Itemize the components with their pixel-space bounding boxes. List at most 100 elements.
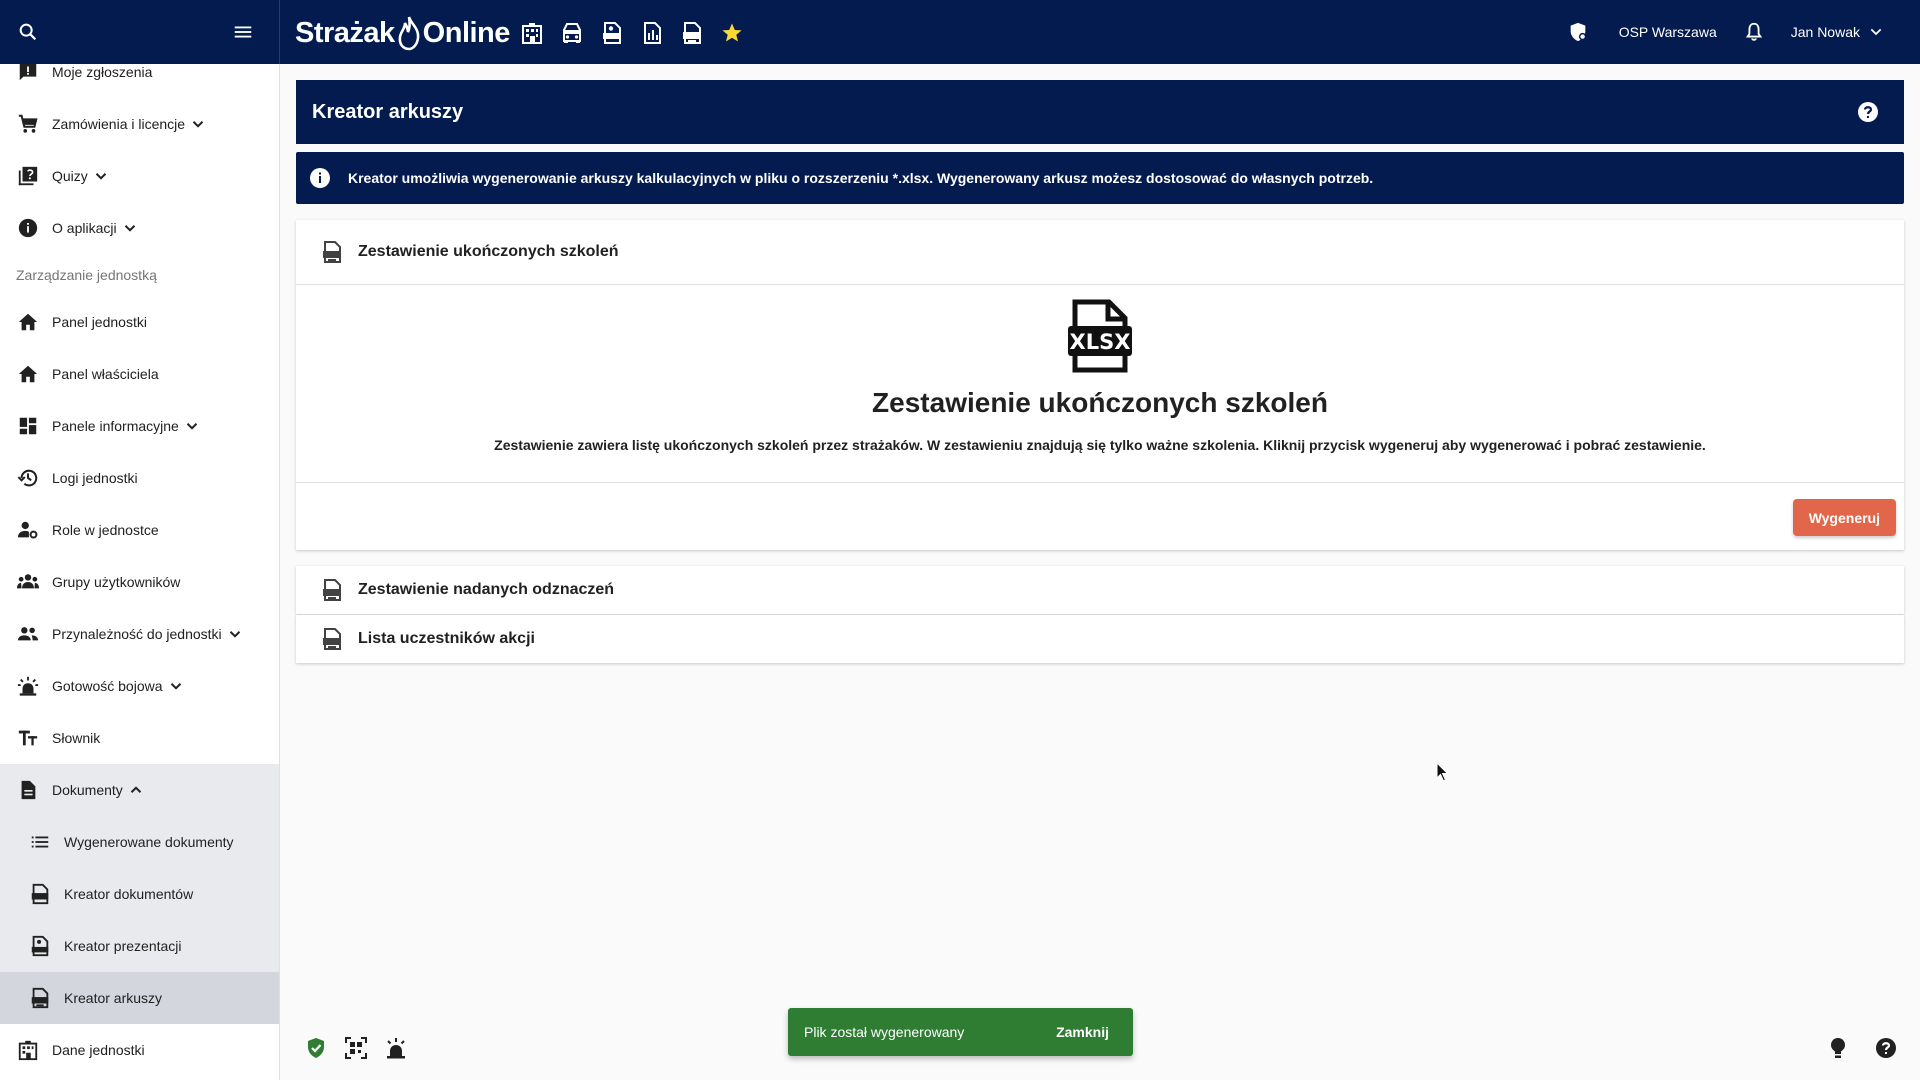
sidebar-item-label: Kreator prezentacji [64,938,182,954]
dashboard-icon [16,414,40,438]
card-title: Zestawienie nadanych odznaczeń [358,581,615,598]
text-fields-icon [16,726,40,750]
sidebar-item-gotowosc-bojowa[interactable]: Gotowość bojowa [0,660,279,712]
card-header[interactable]: Zestawienie nadanych odznaczeń [296,566,1904,614]
top-right-actions: OSP Warszawa Jan Nowak [1567,0,1884,64]
card-title: Zestawienie ukończonych szkoleń [358,243,619,260]
sidebar-item-kreator-dokumentow[interactable]: Kreator dokumentów [0,868,279,920]
sidebar-item-label: Gotowość bojowa [52,678,163,694]
info-icon [16,216,40,240]
chevron-down-icon [229,631,240,638]
help-icon[interactable] [1856,100,1880,124]
sidebar-item-label: Przynależność do jednostki [52,626,222,642]
sidebar-item-label: Quizy [52,168,88,184]
lightbulb-icon[interactable] [1826,1036,1850,1060]
sidebar-item-dokumenty[interactable]: Dokumenty [0,764,279,816]
info-icon [310,168,330,188]
brand-logo[interactable]: Strażak Online [295,15,510,51]
sidebar-item-przynaleznosc[interactable]: Przynależność do jednostki [0,608,279,660]
generate-button[interactable]: Wygeneruj [1792,499,1896,536]
sidebar-item-label: Zamówienia i licencje [52,116,186,132]
big-icon-label: XLSX [1070,330,1131,354]
sidebar-item-panele-informacyjne[interactable]: Panele informacyjne [0,400,279,452]
pptx-file-icon [28,934,52,958]
sidebar-item-dane-jednostki[interactable]: Dane jednostki [0,1024,279,1076]
sidebar-item-wygenerowane-dokumenty[interactable]: Wygenerowane dokumenty [0,816,279,868]
alarm-light-icon[interactable] [384,1036,408,1060]
firetruck-icon[interactable] [558,19,586,47]
snackbar-close-button[interactable]: Zamknij [1056,1024,1109,1040]
chevron-down-icon [1868,24,1884,40]
sidebar-item-panel-jednostki[interactable]: Panel jednostki [0,296,279,348]
user-name: Jan Nowak [1790,24,1860,40]
sidebar: Moje zgłoszenia Zamówienia i licencje Qu… [0,64,280,1080]
inventory-icon[interactable] [638,19,666,47]
sidebar-item-label: Panele informacyjne [52,418,179,434]
sidebar-item-moje-zgloszenia[interactable]: Moje zgłoszenia [0,64,279,98]
user-menu[interactable]: Jan Nowak [1791,24,1884,40]
card-description: Zestawienie zawiera listę ukończonych sz… [494,437,1706,453]
unit-name: OSP Warszawa [1618,24,1717,40]
sidebar-item-role[interactable]: Role w jednostce [0,504,279,556]
xlsx-file-icon [323,579,341,601]
sidebar-item-quizy[interactable]: Quizy [0,150,279,202]
flame-icon [396,15,422,51]
feedback-icon [16,64,40,84]
sheet-card-odznaczenia: Zestawienie nadanych odznaczeń [296,566,1904,614]
sidebar-item-grupy[interactable]: Grupy użytkowników [0,556,279,608]
brand-quick-links [518,19,746,47]
sidebar-item-label: Panel właściciela [52,366,159,382]
brand[interactable]: Strażak Online [295,13,746,53]
snackbar-message: Plik został wygenerowany [804,1024,965,1040]
card-body: XLSX Zestawienie ukończonych szkoleń Zes… [296,284,1904,482]
sidebar-item-panel-wlasciciela[interactable]: Panel właściciela [0,348,279,400]
star-icon[interactable] [718,19,746,47]
sidebar-item-label: Panel jednostki [52,314,147,330]
chevron-up-icon [130,786,142,793]
sidebar-item-slownik[interactable]: Słownik [0,712,279,764]
top-app-bar: Strażak Online OSP Warszawa Jan Nowak [0,0,1920,64]
sidebar-item-label: Słownik [52,730,101,746]
sidebar-item-kreator-arkuszy[interactable]: Kreator arkuszy [0,972,279,1024]
qr-scan-icon[interactable] [344,1036,368,1060]
sidebar-item-kreator-prezentacji[interactable]: Kreator prezentacji [0,920,279,972]
pptx-file-icon[interactable] [598,19,626,47]
brand-name-left: Strażak [295,16,395,49]
xlsx-file-icon[interactable] [678,19,706,47]
building-icon[interactable] [518,19,546,47]
verified-shield-icon[interactable] [304,1036,328,1060]
info-banner: Kreator umożliwia wygenerowanie arkuszy … [296,152,1904,204]
sidebar-section-label: Zarządzanie jednostką [16,267,157,283]
document-icon [16,778,40,802]
sidebar-item-label: Kreator dokumentów [64,886,194,902]
page-header: Kreator arkuszy [296,80,1904,144]
unit-selector[interactable]: OSP Warszawa [1619,24,1717,40]
sidebar-item-label: Grupy użytkowników [52,574,181,590]
sidebar-item-label: Logi jednostki [52,470,138,486]
page-title: Kreator arkuszy [312,100,464,123]
history-icon [16,466,40,490]
card-header[interactable]: Lista uczestników akcji [296,615,1904,663]
sidebar-item-logi-jednostki[interactable]: Logi jednostki [0,452,279,504]
sidebar-item-label: O aplikacji [52,220,117,236]
list-icon [28,830,52,854]
sidebar-item-label: Kreator arkuszy [64,990,163,1006]
sidebar-item-o-aplikacji[interactable]: O aplikacji [0,202,279,254]
sidebar-item-label: Dane jednostki [52,1042,145,1058]
notifications-bell-icon[interactable] [1743,21,1765,43]
card-actions: Wygeneruj [296,482,1904,550]
menu-icon[interactable] [227,16,259,48]
search-icon[interactable] [12,16,44,48]
people-icon [16,622,40,646]
card-title: Lista uczestników akcji [358,630,535,647]
sidebar-item-zamowienia[interactable]: Zamówienia i licencje [0,98,279,150]
security-shield-icon[interactable] [1567,21,1589,43]
cart-icon [16,112,40,136]
chevron-down-icon [124,225,135,232]
snackbar: Plik został wygenerowany Zamknij [788,1008,1133,1056]
card-header[interactable]: Zestawienie ukończonych szkoleń [296,220,1904,284]
xlsx-file-icon: XLSX [1068,299,1132,373]
help-icon[interactable] [1874,1036,1898,1060]
chevron-down-icon [192,121,204,128]
sidebar-item-label: Dokumenty [52,782,123,798]
